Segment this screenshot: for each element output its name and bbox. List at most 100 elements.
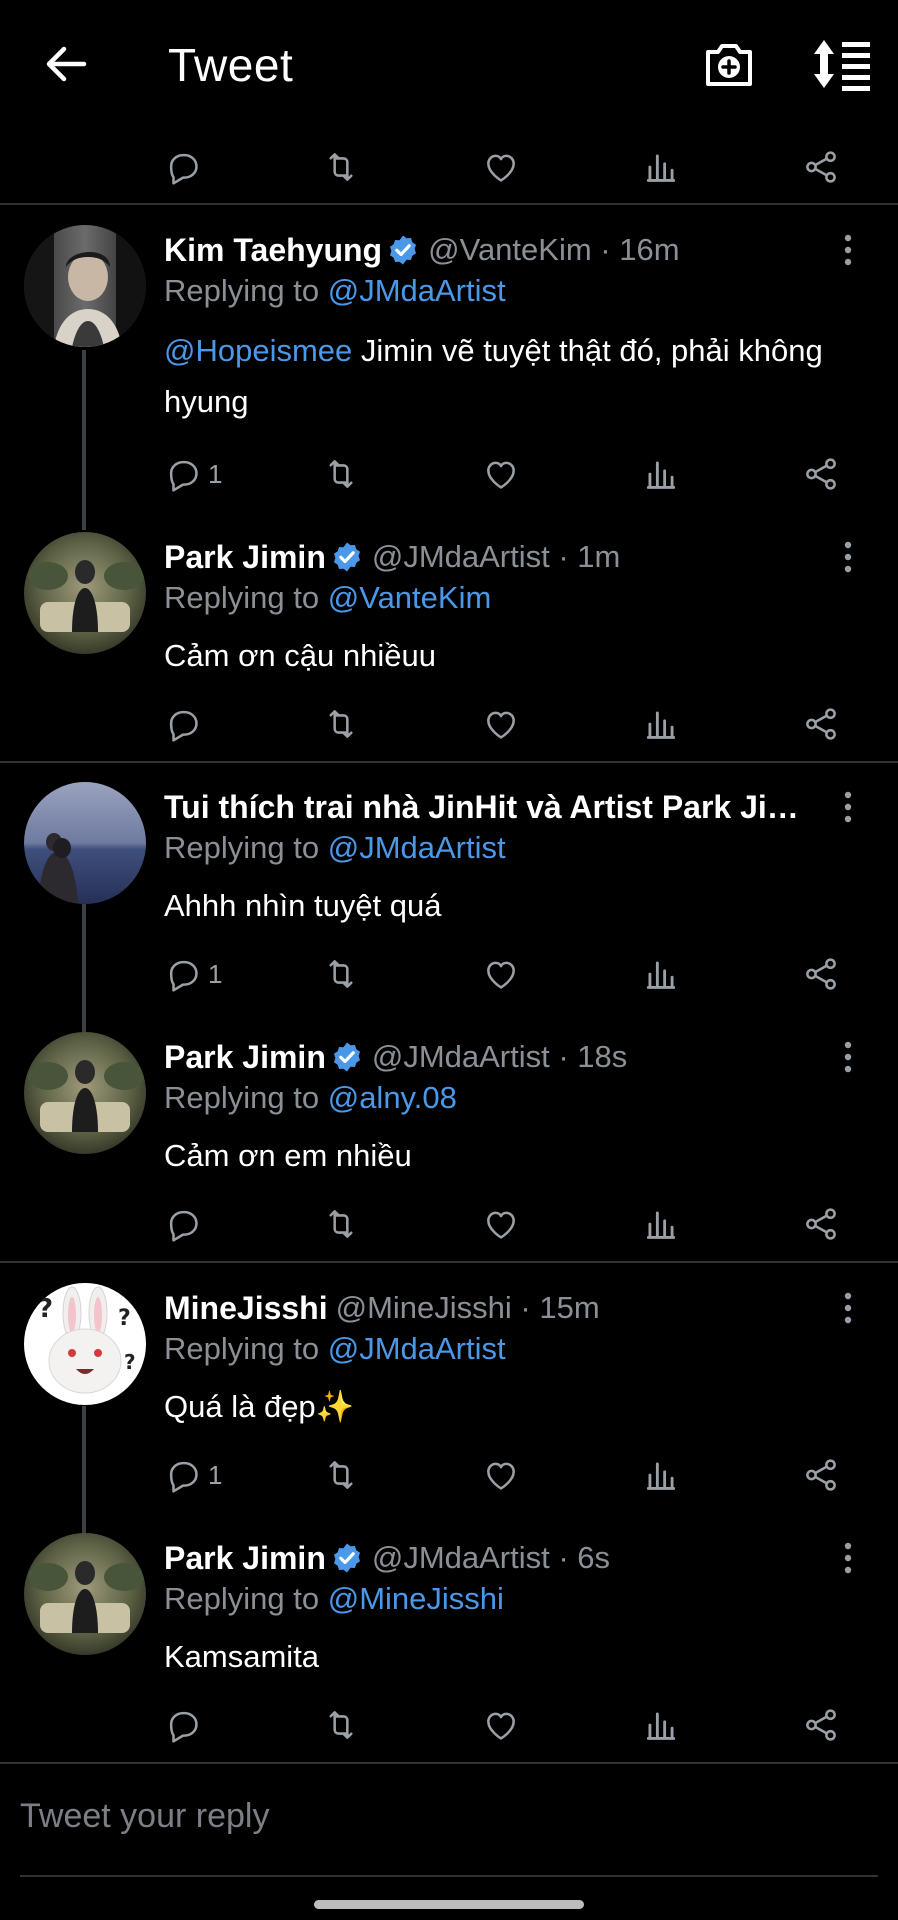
share-icon [802,705,840,743]
home-indicator[interactable] [314,1900,584,1909]
display-name[interactable]: Tui thích trai nhà JinHit và Artist Park… [164,789,824,826]
tweet-actions [0,702,898,746]
avatar[interactable] [24,1533,146,1655]
share-icon [802,1205,840,1243]
like-button[interactable] [482,452,520,496]
replying-to-link[interactable]: @MineJisshi [328,1581,504,1616]
like-button[interactable] [482,702,520,746]
mention-link[interactable]: @Hopeismee [164,333,352,368]
display-name[interactable]: Kim Taehyung [164,232,382,269]
views-button[interactable] [642,1453,680,1497]
reply-input[interactable]: Tweet your reply [20,1797,269,1836]
replying-to: Replying to @alny.08 [164,1078,457,1118]
handle-timestamp: @VanteKim · 16m [428,232,680,267]
back-arrow-icon[interactable] [40,38,92,90]
like-button[interactable] [482,1703,520,1747]
share-button[interactable] [802,452,840,496]
reply-button[interactable]: 1 [164,452,222,496]
replying-to-link[interactable]: @VanteKim [328,580,492,615]
reply-icon [164,148,202,186]
tweet-text: Cảm ơn cậu nhiềuu [164,638,436,673]
avatar[interactable] [24,225,146,347]
reply-button[interactable]: 1 [164,1453,222,1497]
avatar[interactable] [24,532,146,654]
replying-to: Replying to @VanteKim [164,578,491,618]
bar-chart-icon [642,455,680,493]
retweet-button[interactable] [322,1703,360,1747]
views-button[interactable] [642,952,680,996]
more-options-icon[interactable] [838,540,858,574]
share-icon [802,148,840,186]
reply-button[interactable] [164,702,208,746]
camera-plus-icon[interactable] [700,36,758,94]
display-name[interactable]: Park Jimin [164,1540,326,1577]
sort-icon[interactable] [810,36,874,92]
views-button[interactable] [642,1202,680,1246]
like-button[interactable] [482,952,520,996]
heart-icon [482,455,520,493]
share-button[interactable] [802,702,840,746]
more-options-icon[interactable] [838,1040,858,1074]
share-button[interactable] [802,1453,840,1497]
more-options-icon[interactable] [838,1541,858,1575]
avatar-image: ? ? ? [24,1283,146,1405]
verified-badge-icon [330,1541,364,1575]
retweet-icon [322,705,360,743]
retweet-button[interactable] [322,1202,360,1246]
avatar[interactable] [24,782,146,904]
replying-to-prefix: Replying to [164,830,320,865]
more-options-icon[interactable] [838,1291,858,1325]
avatar[interactable]: ? ? ? [24,1283,146,1405]
reply-icon [164,1205,202,1243]
share-icon [802,1706,840,1744]
retweet-button[interactable] [322,702,360,746]
more-options-icon[interactable] [838,233,858,267]
verified-badge-icon [386,233,420,267]
share-button[interactable] [802,1703,840,1747]
retweet-icon [322,1706,360,1744]
replying-to: Replying to @JMdaArtist [164,271,506,311]
display-name[interactable]: MineJisshi [164,1290,328,1327]
like-button[interactable] [482,1453,520,1497]
retweet-button[interactable] [322,145,366,189]
avatar[interactable] [24,1032,146,1154]
replying-to-link[interactable]: @alny.08 [328,1080,457,1115]
views-button[interactable] [642,1703,680,1747]
handle-timestamp: @JMdaArtist · 6s [371,1540,611,1575]
retweet-button[interactable] [322,952,360,996]
replying-to-link[interactable]: @JMdaArtist [328,273,506,308]
reply-button[interactable]: 1 [164,952,222,996]
tweet-actions [0,1202,898,1246]
like-button[interactable] [482,1202,520,1246]
reply-button[interactable] [164,1703,208,1747]
replying-to: Replying to @JMdaArtist [164,1329,506,1369]
share-button[interactable] [802,145,840,189]
tweet-text: @Hopeismee Jimin vẽ tuyệt thật đó, phải … [164,325,824,427]
replying-to-prefix: Replying to [164,1331,320,1366]
reply-count: 1 [208,1460,223,1490]
heart-icon [482,955,520,993]
display-name[interactable]: Park Jimin [164,539,326,576]
reply-button[interactable] [164,145,208,189]
views-button[interactable] [642,145,680,189]
views-button[interactable] [642,452,680,496]
tweet-header: Park Jimin @JMdaArtist · 18s [164,1037,824,1077]
heart-icon [482,1205,520,1243]
retweet-icon [322,148,360,186]
views-button[interactable] [642,702,680,746]
reply-button[interactable] [164,1202,208,1246]
share-button[interactable] [802,1202,840,1246]
retweet-icon [322,1205,360,1243]
like-button[interactable] [482,145,526,189]
replying-to-link[interactable]: @JMdaArtist [328,1331,506,1366]
share-icon [802,955,840,993]
retweet-button[interactable] [322,1453,360,1497]
display-name[interactable]: Park Jimin [164,1039,326,1076]
tweet-header: Park Jimin @JMdaArtist · 6s [164,1538,824,1578]
retweet-button[interactable] [322,452,360,496]
share-button[interactable] [802,952,840,996]
replying-to-link[interactable]: @JMdaArtist [328,830,506,865]
bar-chart-icon [642,1706,680,1744]
tweet-header: Kim Taehyung @VanteKim · 16m [164,230,824,270]
more-options-icon[interactable] [838,790,858,824]
